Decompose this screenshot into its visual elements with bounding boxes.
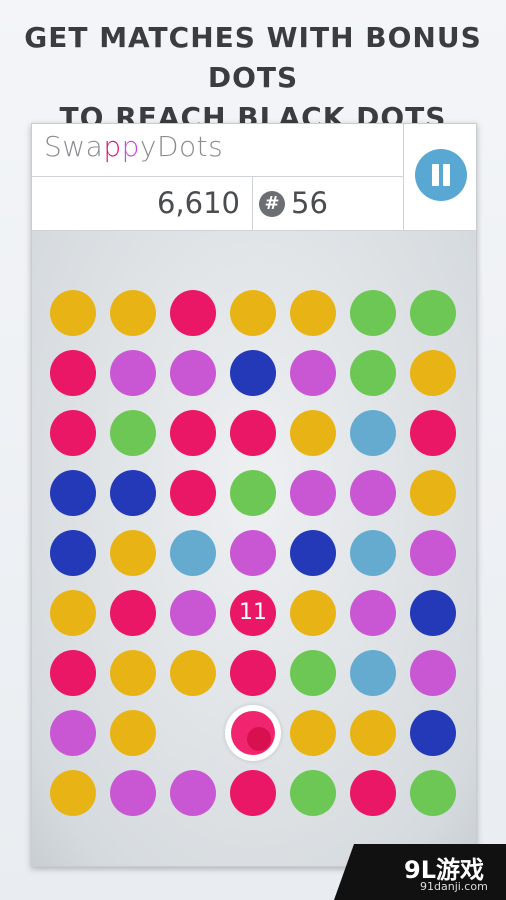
dot[interactable] [230,290,276,336]
dot[interactable] [410,470,456,516]
dot[interactable] [50,290,96,336]
dot[interactable] [50,590,96,636]
dot[interactable] [170,350,216,396]
dot[interactable] [290,770,336,816]
site-watermark: 9L游戏 91danji.com [334,844,506,900]
dot[interactable] [50,710,96,756]
dot[interactable] [170,290,216,336]
dot[interactable] [170,590,216,636]
pause-cell [404,124,476,231]
dot[interactable] [410,710,456,756]
dot[interactable] [290,290,336,336]
dot[interactable] [170,770,216,816]
bonus-dot-count: 11 [239,600,267,625]
dot[interactable] [50,470,96,516]
dot[interactable] [290,710,336,756]
dot[interactable] [50,350,96,396]
dot[interactable] [410,410,456,456]
app-logo: SwappyDots [44,130,224,163]
logo-cell: SwappyDots [32,124,404,177]
dot[interactable] [110,770,156,816]
moves-value: 56 [291,186,328,220]
dot[interactable] [50,410,96,456]
dot[interactable] [110,650,156,696]
dot[interactable] [230,650,276,696]
dot[interactable] [230,350,276,396]
dot-board: 11 [32,231,476,866]
dot[interactable] [290,470,336,516]
dot[interactable] [290,530,336,576]
pause-button[interactable] [415,149,467,201]
dot[interactable] [290,590,336,636]
dot[interactable] [50,770,96,816]
moves-cell: # 56 [253,177,404,231]
dot[interactable] [50,530,96,576]
dot[interactable] [350,710,396,756]
dot[interactable] [110,290,156,336]
dot[interactable] [110,590,156,636]
dot[interactable] [230,770,276,816]
dot[interactable] [350,590,396,636]
dot[interactable] [350,770,396,816]
score-value: 6,610 [156,186,240,220]
promo-headline: GET MATCHES WITH BONUS DOTS TO REACH BLA… [0,18,506,138]
dot[interactable] [410,530,456,576]
dot[interactable] [230,410,276,456]
dot[interactable] [230,470,276,516]
dot[interactable] [290,650,336,696]
dot[interactable] [110,350,156,396]
selected-dot[interactable] [225,705,281,761]
score-cell: 6,610 [32,177,253,231]
dot[interactable] [410,650,456,696]
dot[interactable] [410,350,456,396]
dot[interactable] [350,350,396,396]
dot[interactable] [170,530,216,576]
dot[interactable] [110,410,156,456]
dot[interactable] [170,650,216,696]
dot[interactable] [410,770,456,816]
dot[interactable] [350,290,396,336]
dot[interactable] [110,710,156,756]
dot[interactable] [290,350,336,396]
dot[interactable] [410,290,456,336]
dot[interactable] [230,530,276,576]
dot[interactable] [350,530,396,576]
dot[interactable] [170,470,216,516]
dot[interactable] [110,530,156,576]
watermark-url: 91danji.com [420,880,488,893]
headline-line-1: GET MATCHES WITH BONUS DOTS [24,21,482,94]
game-screen: SwappyDots 6,610 # 56 11 [31,123,477,867]
dot[interactable] [170,410,216,456]
dot[interactable] [110,470,156,516]
dot[interactable] [350,470,396,516]
dot[interactable] [290,410,336,456]
dot[interactable] [350,650,396,696]
hud-bar: SwappyDots 6,610 # 56 [32,124,476,231]
dot[interactable] [410,590,456,636]
hash-icon: # [259,191,285,217]
dot[interactable] [50,650,96,696]
dot[interactable] [350,410,396,456]
bonus-dot[interactable]: 11 [230,590,276,636]
